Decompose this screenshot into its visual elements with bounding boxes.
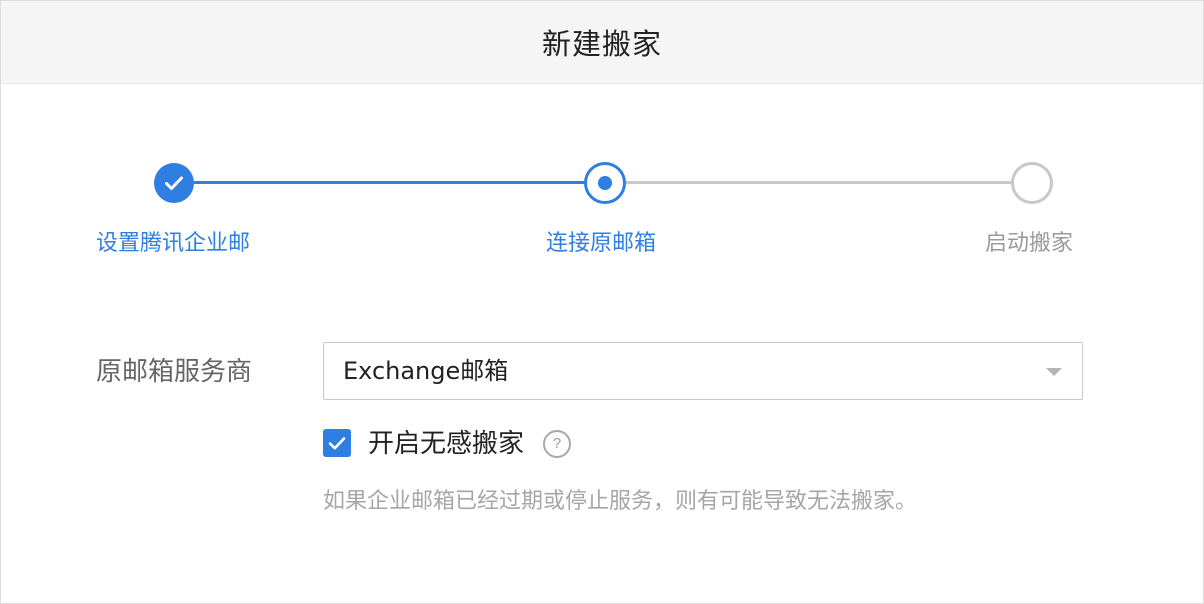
dialog-title: 新建搬家	[541, 27, 662, 61]
step-2-label: 连接原邮箱	[546, 231, 657, 256]
step-1-label: 设置腾讯企业邮	[96, 231, 251, 256]
expiry-hint-text: 如果企业邮箱已经过期或停止服务，则有可能导致无法搬家。	[323, 489, 918, 514]
step-connector-completed	[194, 181, 586, 184]
provider-select[interactable]: Exchange邮箱	[323, 342, 1083, 400]
check-icon	[165, 176, 183, 190]
seamless-migration-label[interactable]: 开启无感搬家	[368, 426, 524, 462]
step-connector-pending	[626, 181, 1011, 184]
dot-icon	[598, 176, 612, 190]
provider-select-value: Exchange邮箱	[343, 357, 509, 385]
provider-label: 原邮箱服务商	[96, 357, 253, 387]
step-3-label: 启动搬家	[985, 231, 1074, 256]
dialog-header: 新建搬家	[1, 1, 1203, 84]
help-icon[interactable]: ?	[543, 430, 571, 458]
step-3-node	[1011, 162, 1053, 204]
step-1-node	[154, 163, 194, 203]
seamless-migration-checkbox[interactable]	[323, 429, 351, 457]
new-migration-dialog: 新建搬家 设置腾讯企业邮 连接原邮箱 启动搬家 原邮箱服务商 Exchange邮…	[0, 0, 1204, 604]
checkmark-icon	[328, 437, 346, 450]
step-2-node	[584, 162, 626, 204]
chevron-down-icon	[1046, 368, 1062, 376]
